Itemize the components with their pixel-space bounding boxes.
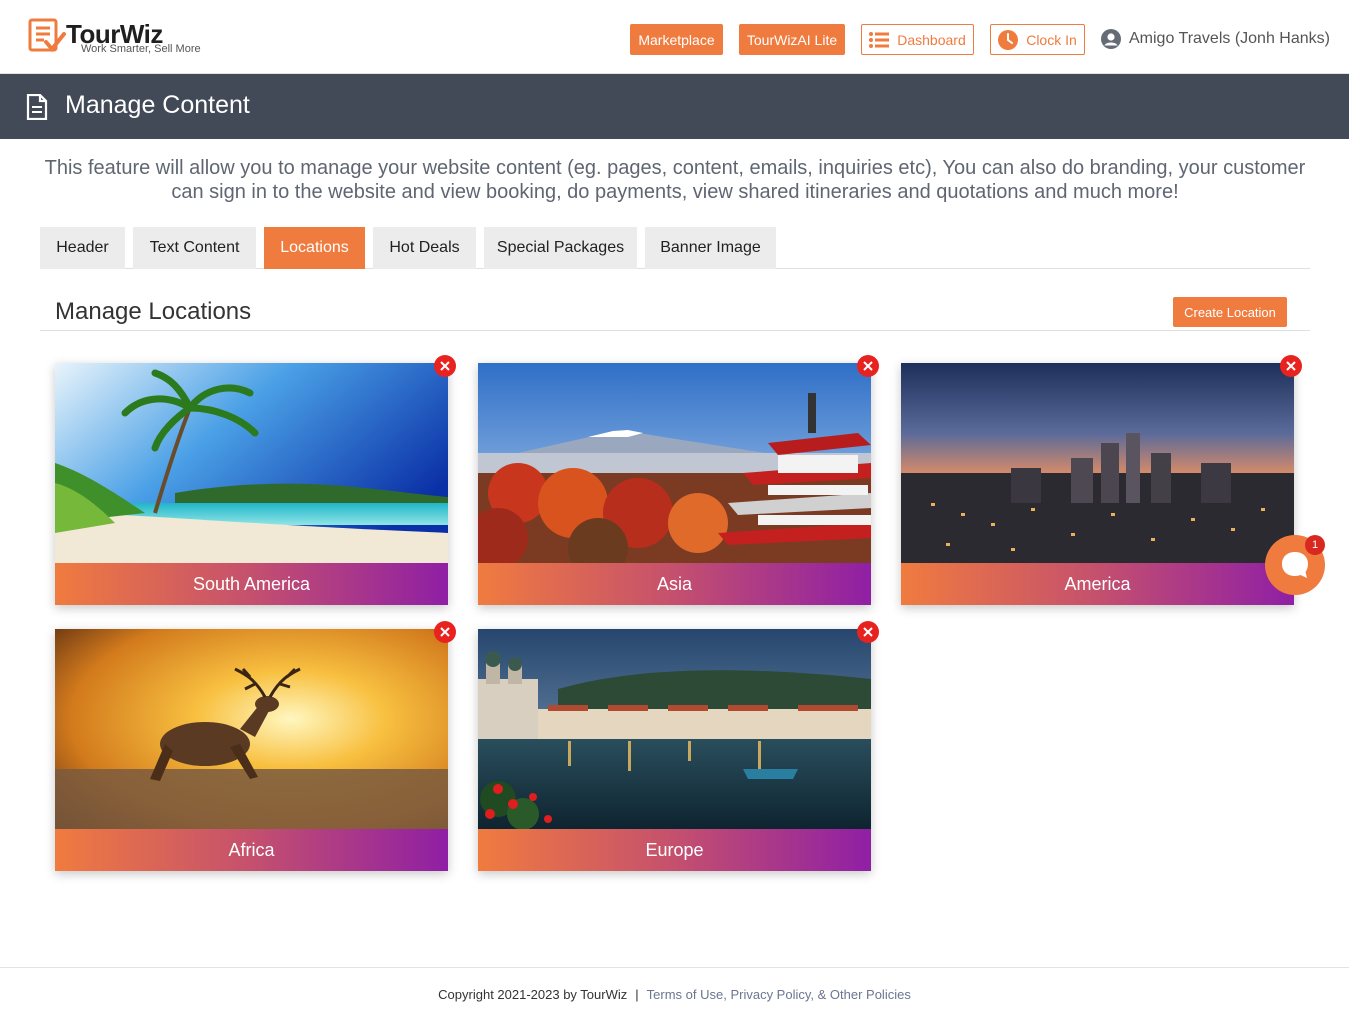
tab-text-content[interactable]: Text Content (133, 227, 256, 269)
lite-label: TourWizAI Lite (746, 31, 838, 48)
close-icon (440, 361, 450, 371)
content-tabs: Header Text Content Locations Hot Deals … (40, 227, 1310, 269)
location-card-africa[interactable]: Africa (55, 621, 456, 871)
user-name: Amigo Travels (Jonh Hanks) (1129, 30, 1330, 47)
location-name: South America (55, 563, 448, 605)
brand-tagline: Work Smarter, Sell More (81, 43, 201, 55)
dashboard-label: Dashboard (897, 31, 966, 48)
footer-separator: | (635, 987, 639, 1002)
create-location-label: Create Location (1184, 304, 1276, 320)
location-name: Asia (478, 563, 871, 605)
logo-icon (28, 18, 66, 53)
create-location-button[interactable]: Create Location (1173, 297, 1287, 327)
clock-in-label: Clock In (1026, 31, 1077, 48)
user-menu[interactable]: Amigo Travels (Jonh Hanks) (1101, 26, 1330, 52)
top-navbar: TourWiz Work Smarter, Sell More Marketpl… (0, 0, 1349, 74)
tab-special-packages[interactable]: Special Packages (484, 227, 637, 269)
tab-label: Special Packages (496, 239, 625, 256)
tab-label: Locations (280, 239, 349, 256)
location-card-south-america[interactable]: South America (55, 355, 456, 605)
close-icon (863, 361, 873, 371)
page-footer: Copyright 2021-2023 by TourWiz | Terms of … (0, 967, 1349, 1019)
location-card-asia[interactable]: Asia (478, 355, 879, 605)
delete-location-button[interactable] (857, 355, 879, 377)
section-title: Manage Locations (55, 298, 252, 325)
location-image (901, 363, 1294, 563)
clock-in-button[interactable]: Clock In (990, 24, 1085, 55)
tourwiz-lite-button[interactable]: TourWizAI Lite (739, 24, 845, 55)
tab-banner-image[interactable]: Banner Image (645, 227, 776, 269)
tab-label: Text Content (149, 239, 240, 256)
location-name: Africa (55, 829, 448, 871)
user-avatar-icon (1101, 29, 1121, 49)
delete-location-button[interactable] (434, 621, 456, 643)
location-name: America (901, 563, 1294, 605)
tab-label: Header (56, 239, 109, 256)
tab-hot-deals[interactable]: Hot Deals (373, 227, 476, 269)
clock-icon (998, 29, 1019, 50)
chat-icon (1282, 552, 1308, 578)
policies-link[interactable]: Terms of Use, Privacy Policy, & Other Po… (647, 987, 911, 1002)
delete-location-button[interactable] (434, 355, 456, 377)
close-icon (440, 627, 450, 637)
close-icon (863, 627, 873, 637)
location-image (55, 629, 448, 829)
location-image (478, 363, 871, 563)
tourwiz-logo[interactable]: TourWiz Work Smarter, Sell More (28, 18, 218, 60)
location-image (55, 363, 448, 563)
tab-label: Banner Image (660, 239, 761, 256)
close-icon (1286, 361, 1296, 371)
page-description: This feature will allow you to manage yo… (44, 157, 1306, 203)
copyright-text: Copyright 2021-2023 by TourWiz (438, 987, 628, 1002)
delete-location-button[interactable] (1280, 355, 1302, 377)
document-icon (26, 93, 48, 125)
location-card-europe[interactable]: Europe (478, 621, 879, 871)
location-image (478, 629, 871, 829)
location-name: Europe (478, 829, 871, 871)
tab-locations[interactable]: Locations (264, 227, 365, 269)
marketplace-button[interactable]: Marketplace (630, 24, 723, 55)
dashboard-button[interactable]: Dashboard (861, 24, 974, 55)
chat-notification-badge: 1 (1305, 535, 1325, 555)
tab-header[interactable]: Header (40, 227, 125, 269)
list-icon (869, 31, 890, 48)
tab-label: Hot Deals (389, 239, 460, 256)
marketplace-label: Marketplace (638, 31, 715, 48)
location-card-america[interactable]: America (901, 355, 1302, 605)
page-title: Manage Content (65, 91, 250, 119)
delete-location-button[interactable] (857, 621, 879, 643)
locations-section-header: Manage Locations Create Location (40, 290, 1310, 331)
page-title-bar: Manage Content (0, 74, 1349, 139)
